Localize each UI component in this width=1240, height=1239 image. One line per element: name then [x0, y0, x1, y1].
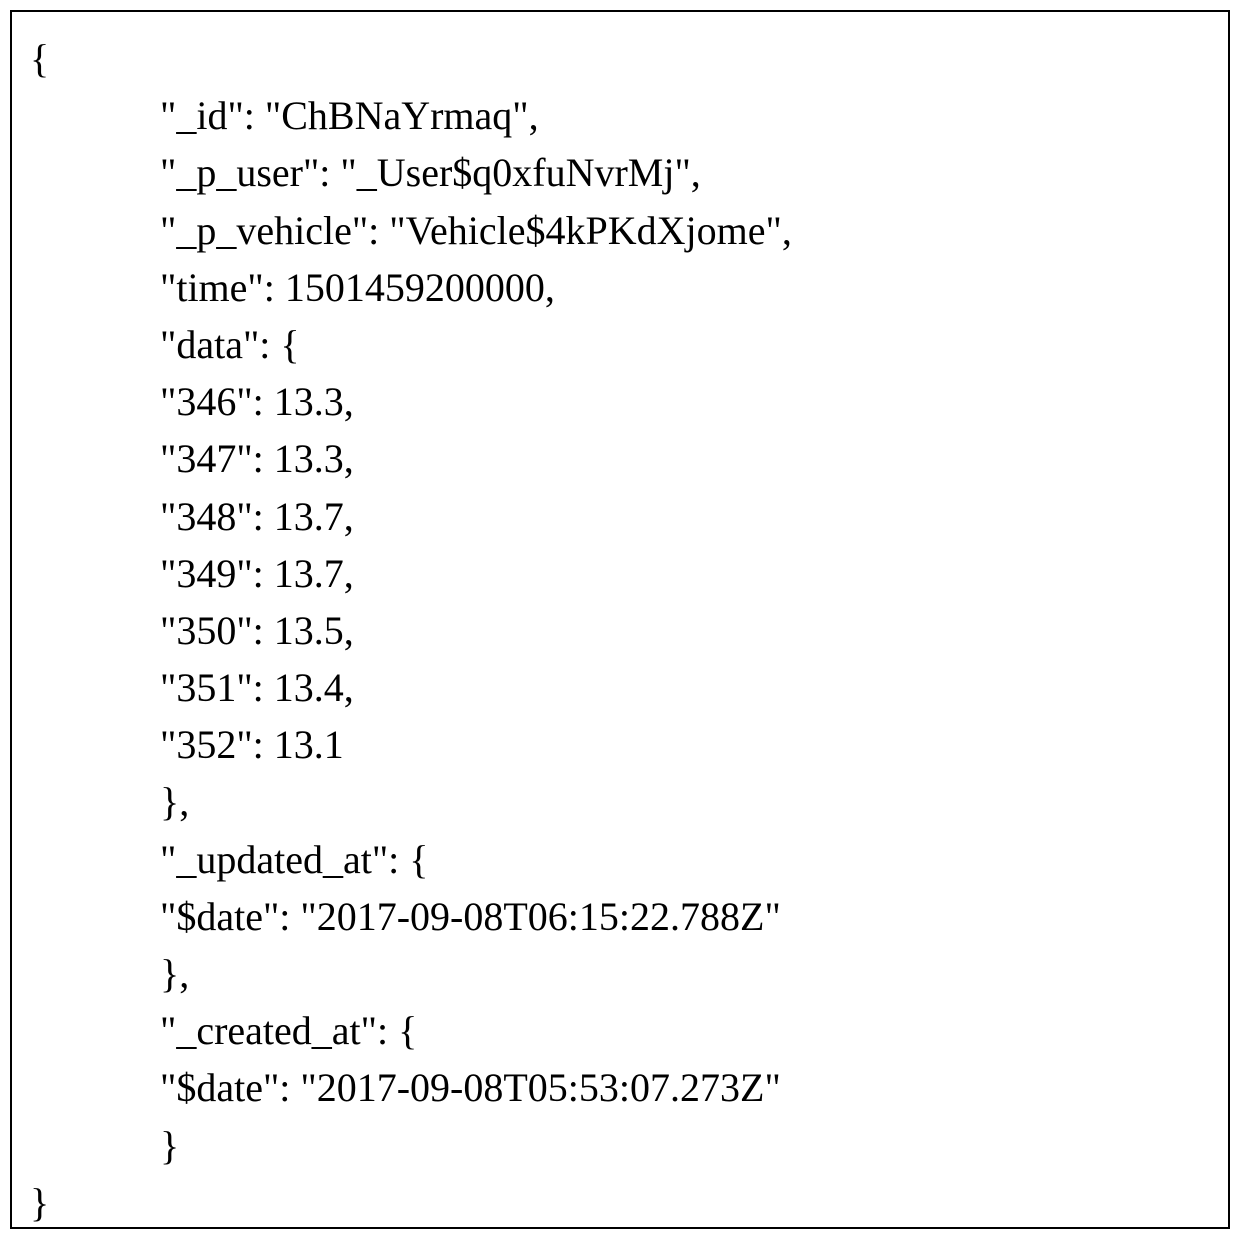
json-line-d350: "350": 13.5,: [30, 602, 1210, 659]
json-line-created-close: }: [30, 1117, 1210, 1174]
json-line-data-close: },: [30, 773, 1210, 830]
json-line-updated-open: "_updated_at": {: [30, 831, 1210, 888]
json-line-id: "_id": "ChBNaYrmaq",: [30, 87, 1210, 144]
json-document: { "_id": "ChBNaYrmaq", "_p_user": "_User…: [10, 10, 1230, 1229]
json-line-created-date: "$date": "2017-09-08T05:53:07.273Z": [30, 1059, 1210, 1116]
json-line-d349: "349": 13.7,: [30, 545, 1210, 602]
json-line-open: {: [30, 30, 1210, 87]
json-line-p-vehicle: "_p_vehicle": "Vehicle$4kPKdXjome",: [30, 202, 1210, 259]
json-line-p-user: "_p_user": "_User$q0xfuNvrMj",: [30, 144, 1210, 201]
json-line-d346: "346": 13.3,: [30, 373, 1210, 430]
json-line-created-open: "_created_at": {: [30, 1002, 1210, 1059]
json-line-updated-close: },: [30, 945, 1210, 1002]
json-line-close: }: [30, 1174, 1210, 1231]
json-line-d352: "352": 13.1: [30, 716, 1210, 773]
json-line-d348: "348": 13.7,: [30, 488, 1210, 545]
json-line-d351: "351": 13.4,: [30, 659, 1210, 716]
json-line-time: "time": 1501459200000,: [30, 259, 1210, 316]
json-line-updated-date: "$date": "2017-09-08T06:15:22.788Z": [30, 888, 1210, 945]
json-line-data-open: "data": {: [30, 316, 1210, 373]
json-line-d347: "347": 13.3,: [30, 430, 1210, 487]
